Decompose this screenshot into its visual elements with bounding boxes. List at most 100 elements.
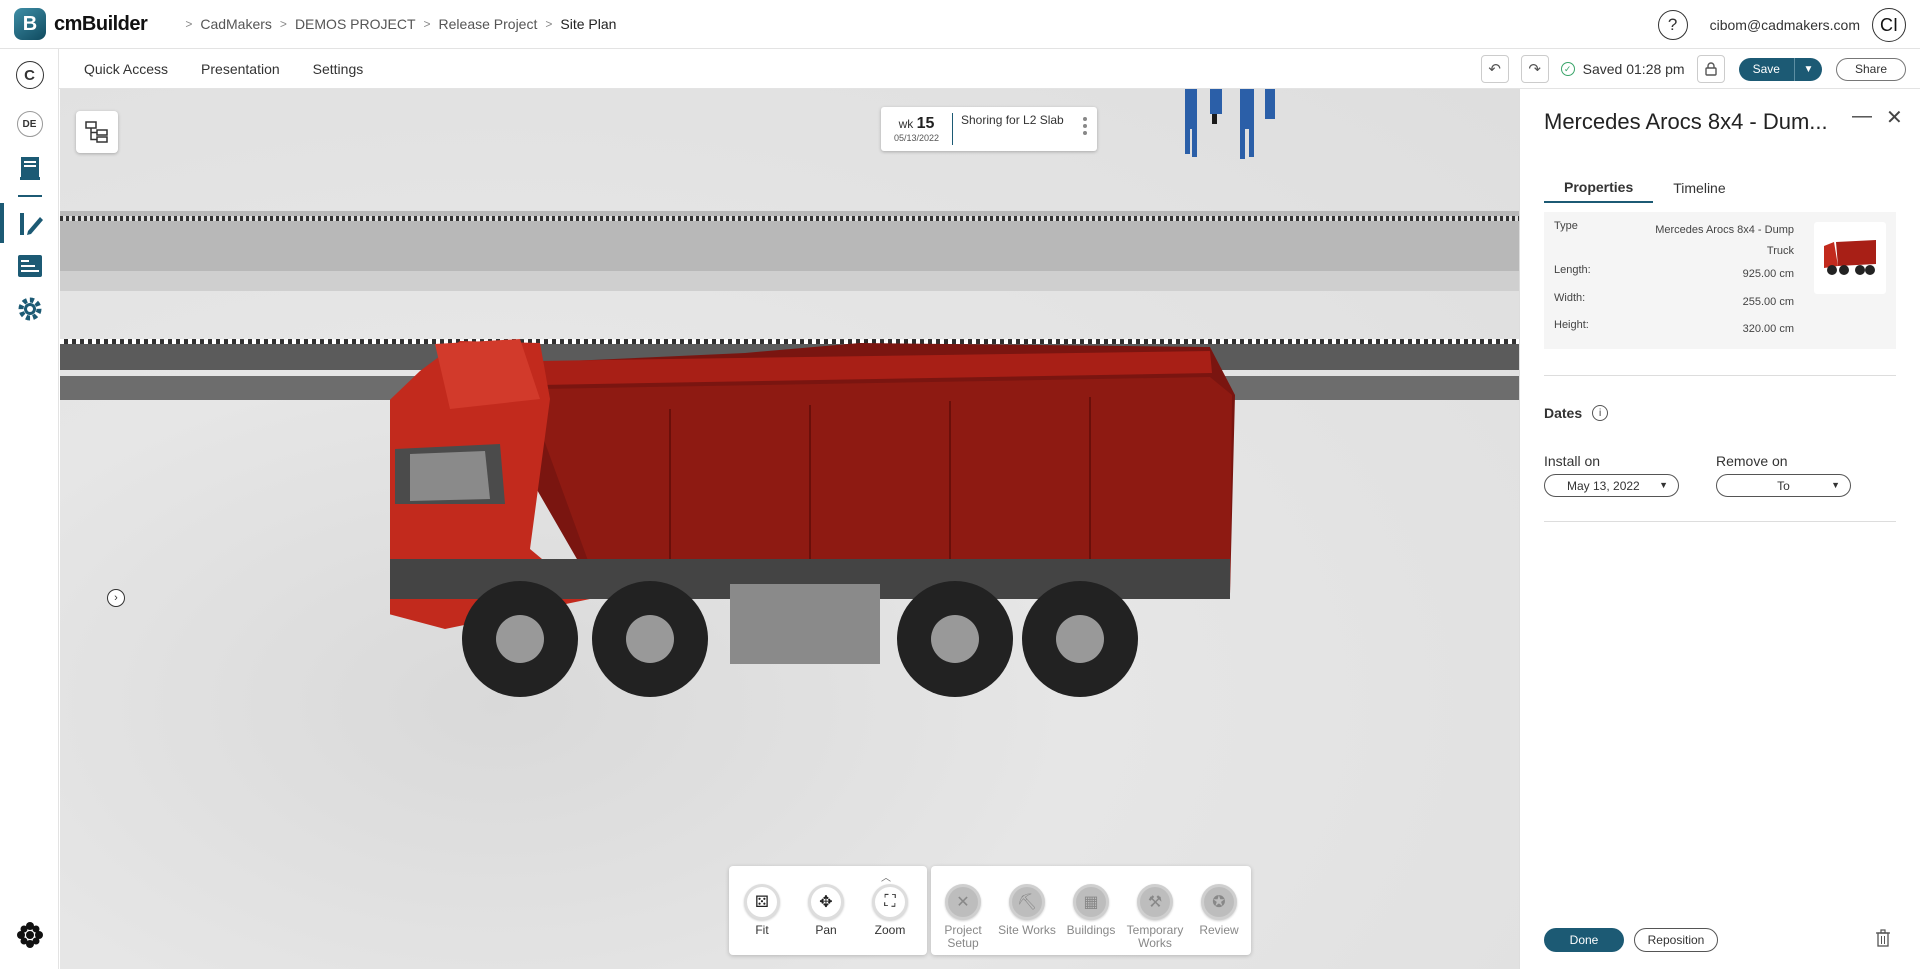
gear-icon (18, 297, 41, 321)
chevron-right-icon: > (185, 17, 193, 31)
tool-pan[interactable]: ✥ Pan (794, 884, 858, 937)
chevron-down-icon[interactable]: ▼ (1793, 57, 1822, 81)
chevron-right-icon: > (545, 17, 553, 31)
menu-settings[interactable]: Settings (313, 61, 364, 77)
rail-language[interactable]: DE (0, 111, 59, 137)
pan-icon: ✥ (808, 884, 844, 920)
app-logo[interactable]: B cmBuilder (14, 8, 148, 40)
rail-site-plan[interactable] (0, 209, 59, 239)
company-icon: C (15, 61, 44, 89)
build-tools: ✕ Project Setup ⛏ Site Works ▦ Buildings… (931, 866, 1251, 955)
rail-documents[interactable] (0, 155, 59, 181)
fence-line (60, 216, 1519, 221)
rail-settings[interactable] (0, 295, 59, 323)
week-indicator: wk 15 05/13/2022 (881, 113, 953, 145)
tool-label: Buildings (1066, 923, 1116, 937)
menu-quick-access[interactable]: Quick Access (84, 61, 168, 77)
rail-schedule[interactable] (0, 251, 59, 279)
language-icon: DE (16, 111, 43, 137)
delete-glyph-icon (1876, 929, 1890, 947)
3d-viewport[interactable]: wk 15 05/13/2022 Shoring for L2 Slab › (60, 89, 1519, 969)
breadcrumb-item-project[interactable]: Release Project (439, 16, 538, 32)
top-bar: B cmBuilder > CadMakers > DEMOS PROJECT … (0, 0, 1920, 49)
avatar[interactable]: CI (1872, 8, 1906, 42)
prop-value: 255.00 cm (1742, 296, 1794, 308)
saved-time: Saved 01:28 pm (1582, 61, 1685, 77)
prop-width: Width: 255.00 cm (1554, 292, 1794, 313)
share-button[interactable]: Share (1835, 57, 1906, 81)
dates-section: Dates i (1544, 405, 1609, 421)
tool-project-setup[interactable]: ✕ Project Setup (931, 884, 995, 950)
prop-value: 925.00 cm (1742, 268, 1794, 280)
secondary-toolbar: Quick Access Presentation Settings ↶ ↷ ✓… (59, 49, 1920, 89)
redo-icon[interactable]: ↷ (1520, 55, 1549, 83)
install-label: Install on (1544, 453, 1601, 469)
tool-fit[interactable]: ⚄ Fit (730, 884, 794, 937)
lock-icon[interactable] (1696, 55, 1725, 83)
site-works-icon: ⛏ (1009, 884, 1045, 920)
tool-label: Pan (815, 923, 837, 937)
chevron-right-icon: > (423, 17, 431, 31)
tab-properties[interactable]: Properties (1544, 173, 1654, 203)
user-email[interactable]: cibom@cadmakers.com (1710, 17, 1860, 33)
breadcrumb-item-current: Site Plan (560, 16, 617, 32)
panel-tabs: Properties Timeline (1544, 173, 1896, 203)
tool-temporary-works[interactable]: ⚒ Temporary Works (1123, 884, 1187, 950)
reposition-button[interactable]: Reposition (1634, 928, 1718, 952)
top-right-area: ? cibom@cadmakers.com CI (1657, 8, 1906, 42)
layers-tree-button[interactable] (76, 111, 118, 153)
save-area: ↶ ↷ ✓ Saved 01:28 pm Save ▼ Share (1469, 55, 1906, 83)
menu-presentation[interactable]: Presentation (201, 61, 280, 77)
minimize-icon[interactable]: — (1852, 105, 1872, 128)
trash-icon[interactable] (1875, 929, 1891, 952)
rail-company[interactable]: C (0, 61, 59, 89)
tool-label: Fit (755, 923, 769, 937)
remove-date-select[interactable]: To ▼ (1716, 474, 1851, 497)
rail-divider (18, 195, 42, 197)
chevron-right-icon: > (279, 17, 287, 31)
dump-truck-model[interactable] (390, 309, 1480, 739)
workers-model (1185, 89, 1275, 159)
remove-date-value: To (1777, 478, 1790, 493)
project-setup-icon: ✕ (945, 884, 981, 920)
tool-site-works[interactable]: ⛏ Site Works (995, 884, 1059, 937)
help-icon[interactable]: ? (1657, 10, 1688, 40)
dates-title: Dates (1544, 405, 1583, 421)
check-circle-icon: ✓ (1560, 62, 1575, 76)
close-icon[interactable]: ✕ (1886, 105, 1903, 130)
save-status: ✓ Saved 01:28 pm (1560, 61, 1685, 77)
save-button[interactable]: Save (1738, 57, 1794, 81)
expand-sidebar-icon[interactable]: › (107, 589, 125, 607)
buildings-icon: ▦ (1073, 884, 1109, 920)
info-icon[interactable]: i (1592, 405, 1609, 421)
week-line: wk 15 (881, 115, 952, 133)
tool-review[interactable]: ✪ Review (1187, 884, 1251, 937)
lock-glyph-icon (1704, 62, 1717, 76)
tab-timeline[interactable]: Timeline (1653, 173, 1745, 203)
done-button[interactable]: Done (1544, 928, 1624, 952)
week-number: 15 (916, 115, 935, 132)
truck-thumbnail-icon (1824, 240, 1876, 275)
panel-title: Mercedes Arocs 8x4 - Dum... (1544, 109, 1828, 134)
tool-buildings[interactable]: ▦ Buildings (1059, 884, 1123, 937)
tool-label: Site Works (998, 923, 1056, 937)
save-button-group: Save ▼ (1738, 57, 1822, 81)
breadcrumb-item-project-group[interactable]: DEMOS PROJECT (295, 16, 416, 32)
tool-zoom[interactable]: ⛶ Zoom (858, 884, 922, 937)
fit-icon: ⚄ (744, 884, 780, 920)
prop-height: Height: 320.00 cm (1554, 319, 1794, 340)
breadcrumb-item-company[interactable]: CadMakers (200, 16, 272, 32)
tool-label: Project Setup (944, 923, 982, 950)
schedule-icon (17, 255, 42, 277)
undo-icon[interactable]: ↶ (1480, 55, 1509, 83)
prop-label: Type (1554, 220, 1578, 232)
more-options-icon[interactable] (1083, 117, 1087, 135)
rail-apps[interactable] (0, 921, 59, 949)
chevron-up-icon[interactable]: ︿ (881, 869, 891, 884)
prop-length: Length: 925.00 cm (1554, 264, 1794, 285)
install-date-value: May 13, 2022 (1567, 478, 1640, 493)
current-task-card[interactable]: wk 15 05/13/2022 Shoring for L2 Slab (881, 107, 1097, 151)
task-title: Shoring for L2 Slab (961, 113, 1064, 127)
documents-icon (19, 157, 40, 180)
install-date-select[interactable]: May 13, 2022 ▼ (1544, 474, 1679, 497)
